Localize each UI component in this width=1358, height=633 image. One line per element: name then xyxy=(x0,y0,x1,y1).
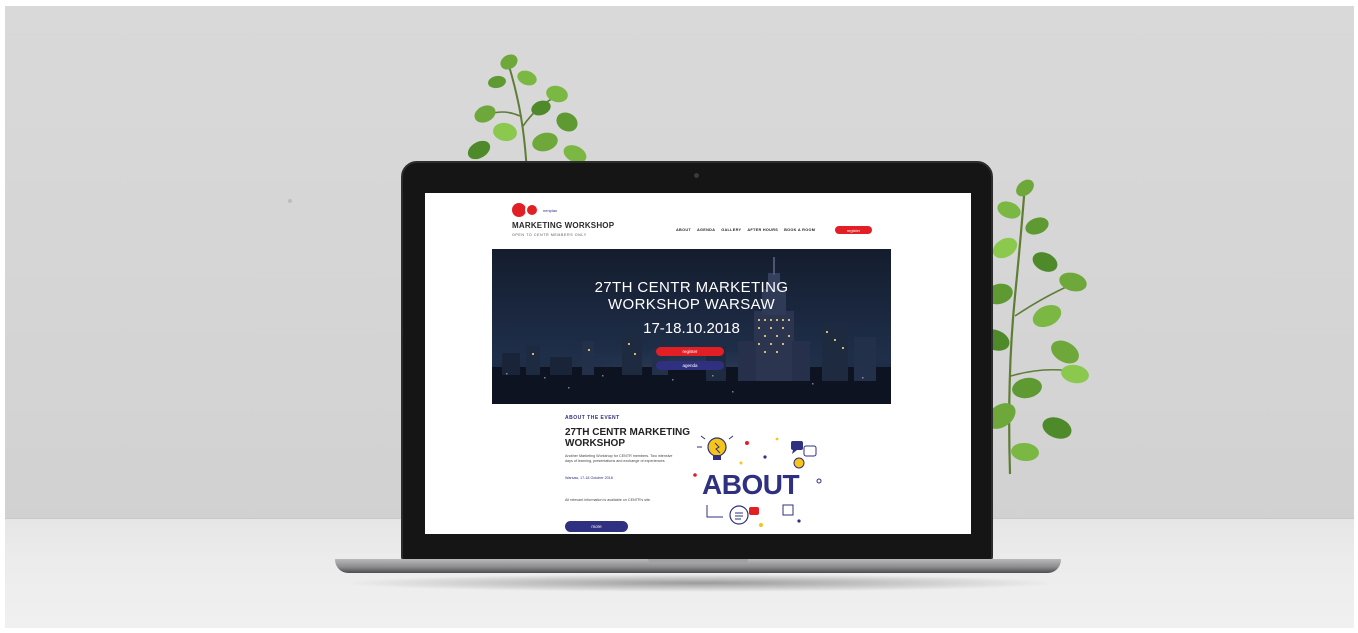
nav-item-gallery[interactable]: GALLERY xyxy=(721,228,741,232)
plant-left-icon xyxy=(467,54,587,175)
logo-mark-icon xyxy=(512,203,526,217)
about-info: All relevant information is available on… xyxy=(565,498,651,502)
about-description: Another Marketing Workshop for CENTR mem… xyxy=(565,454,673,463)
about-title: 27TH CENTR MARKETING WORKSHOP xyxy=(565,427,705,449)
nav-item-after-hours[interactable]: AFTER HOURS xyxy=(747,228,778,232)
hero-agenda-button[interactable]: agenda xyxy=(656,361,724,370)
website-screen: nenplan MARKETING WORKSHOP OPEN TO CENTR… xyxy=(425,193,971,534)
site-header: nenplan MARKETING WORKSHOP OPEN TO CENTR… xyxy=(425,193,971,249)
nav-register-button[interactable]: register xyxy=(835,226,872,234)
about-illustration: ABOUT xyxy=(687,433,827,534)
about-section-label: ABOUT THE EVENT xyxy=(565,415,620,421)
hero-title-line-2: WORKSHOP WARSAW xyxy=(607,296,776,313)
laptop-base xyxy=(335,559,1061,573)
laptop-shadow xyxy=(340,574,1060,592)
logo-pl-icon xyxy=(525,203,539,217)
laptop-notch xyxy=(648,559,748,564)
about-title-line-1: 27TH CENTR MARKETING xyxy=(565,427,691,438)
mockup-scene: nenplan MARKETING WORKSHOP OPEN TO CENTR… xyxy=(5,6,1354,628)
hero-title: 27TH CENTR MARKETING WORKSHOP WARSAW xyxy=(492,279,891,313)
hero-title-line-1: 27TH CENTR MARKETING xyxy=(594,279,789,296)
hero-register-button[interactable]: register xyxy=(656,347,724,356)
about-illustration-word: ABOUT xyxy=(702,469,800,500)
webcam-icon xyxy=(694,173,699,178)
site-logo[interactable]: nenplan xyxy=(512,203,557,217)
about-title-line-2: WORKSHOP xyxy=(565,438,625,449)
hero-banner: 27TH CENTR MARKETING WORKSHOP WARSAW 17-… xyxy=(492,249,891,404)
main-nav: ABOUT AGENDA GALLERY AFTER HOURS BOOK A … xyxy=(676,228,815,232)
about-more-button[interactable]: more xyxy=(565,521,628,532)
nav-item-book-a-room[interactable]: BOOK A ROOM xyxy=(784,228,815,232)
hero-date: 17-18.10.2018 xyxy=(643,320,740,337)
wall-mark xyxy=(288,199,292,203)
nav-item-about[interactable]: ABOUT xyxy=(676,228,691,232)
nav-item-agenda[interactable]: AGENDA xyxy=(697,228,715,232)
logo-tag: nenplan xyxy=(543,207,558,213)
laptop-display: nenplan MARKETING WORKSHOP OPEN TO CENTR… xyxy=(401,161,993,561)
site-title: MARKETING WORKSHOP xyxy=(512,221,615,230)
about-date: Warsaw, 17-18 October 2018 xyxy=(565,476,613,480)
site-subtitle: OPEN TO CENTR MEMBERS ONLY xyxy=(512,233,587,237)
